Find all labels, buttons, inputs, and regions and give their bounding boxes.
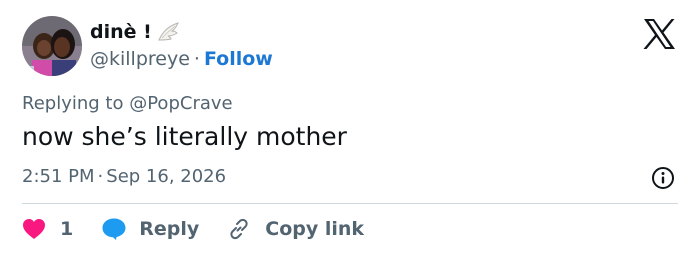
heart-icon: [23, 219, 45, 239]
like-button[interactable]: 1: [22, 218, 73, 240]
reply-label: Reply: [139, 218, 200, 240]
link-icon: [230, 218, 248, 240]
tweet-time: 2:51 PM: [22, 166, 95, 187]
follow-button[interactable]: Follow: [204, 48, 273, 70]
avatar-photo: [22, 16, 82, 76]
handle-row: @killpreye · Follow: [90, 48, 273, 70]
divider: [22, 203, 678, 204]
avatar[interactable]: [22, 16, 82, 76]
separator-dot: ·: [193, 48, 200, 70]
action-bar: 1 Reply Copy link: [22, 214, 364, 244]
x-logo-icon[interactable]: [642, 18, 676, 50]
info-icon[interactable]: [651, 166, 675, 190]
author-name-row: dinè !: [90, 20, 182, 44]
tweet-timestamp[interactable]: 2:51 PM · Sep 16, 2026: [22, 166, 226, 187]
reply-bubble-icon: [102, 218, 126, 240]
separator-dot: ·: [97, 166, 104, 187]
display-name[interactable]: dinè !: [90, 21, 152, 43]
replying-to: Replying to @PopCrave: [22, 93, 233, 114]
reply-button[interactable]: Reply: [101, 217, 199, 241]
copy-link-label: Copy link: [265, 218, 365, 240]
tweet-date: Sep 16, 2026: [106, 166, 227, 187]
author-handle[interactable]: @killpreye: [90, 48, 190, 70]
tweet-card: dinè ! @killpreye · Follow Replying to @Po…: [0, 0, 700, 256]
tweet-text: now she’s literally mother: [22, 122, 347, 151]
replying-prefix: Replying to: [22, 93, 124, 114]
reply-mention-link[interactable]: @PopCrave: [129, 93, 232, 114]
wing-emoji-icon: [158, 22, 179, 41]
like-count: 1: [60, 218, 74, 240]
copy-link-button[interactable]: Copy link: [227, 217, 364, 241]
